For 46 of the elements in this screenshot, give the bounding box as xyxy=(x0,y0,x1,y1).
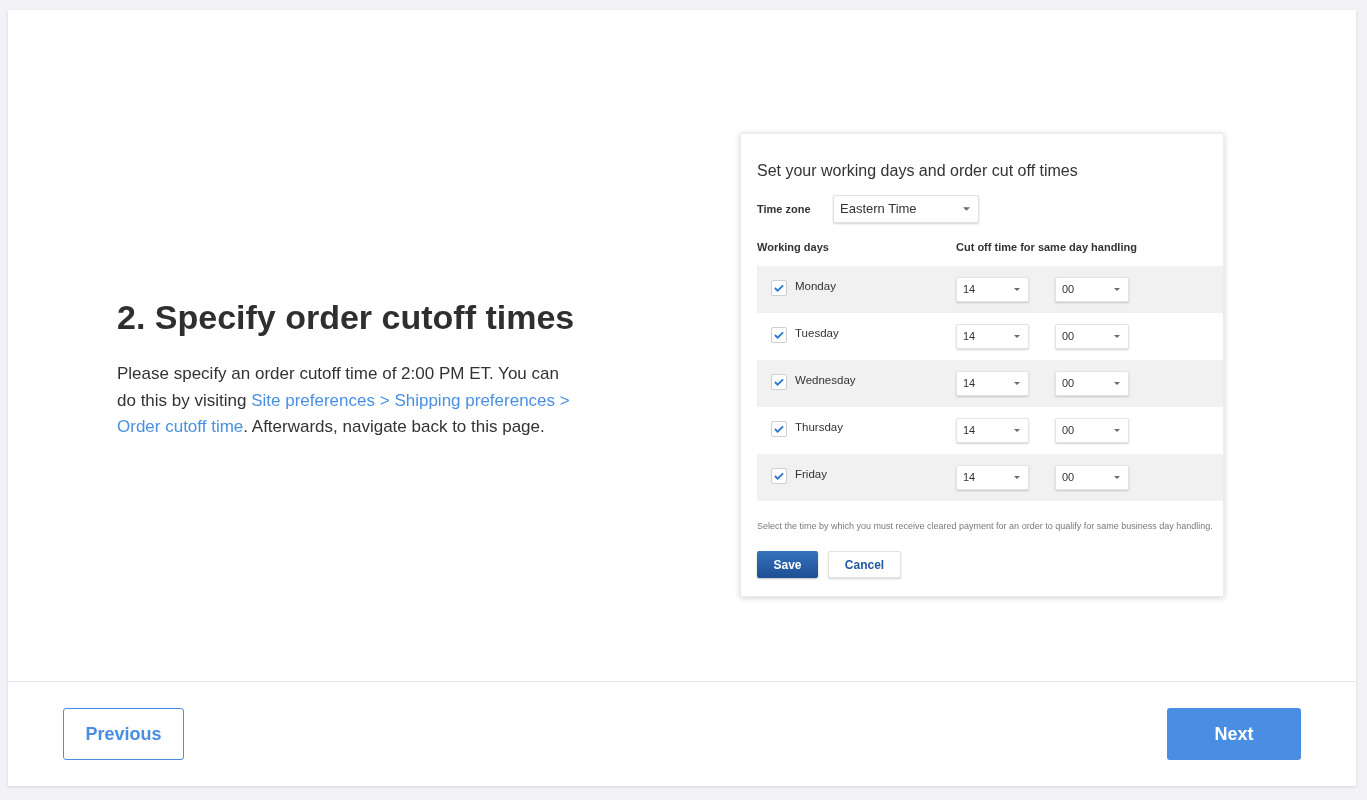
step-description: Please specify an order cutoff time of 2:00 PM ET. You can do this by visiting Site preferences > Shipping preferences > Order cutoff time. Afterwards, navigate back to this page. xyxy=(117,363,571,438)
day-label: Thursday xyxy=(795,419,844,435)
cancel-button[interactable]: Cancel xyxy=(828,551,901,578)
checkbox[interactable] xyxy=(771,326,787,343)
checkbox[interactable] xyxy=(771,279,787,296)
caret-icon xyxy=(1114,288,1120,291)
hour-select[interactable]: 14 xyxy=(956,465,1029,490)
day-label: Wednesday xyxy=(795,372,857,388)
time-zone-select[interactable]: Eastern Time xyxy=(833,195,979,223)
caret-icon xyxy=(1014,429,1020,432)
help-text: Select the time by which you must receive cleared payment for an order to qualify for same business day handling. xyxy=(757,521,1214,532)
column-header: Cut off time for same day handling xyxy=(956,239,1137,255)
minute-select[interactable]: 00 xyxy=(1055,418,1129,443)
column-header: Working days xyxy=(757,239,830,255)
field-label: Time zone xyxy=(757,201,812,217)
check-icon xyxy=(774,377,784,386)
settings-title: Set your working days and order cut off times xyxy=(757,161,1079,181)
minute-select[interactable]: 00 xyxy=(1055,371,1129,396)
minute-select[interactable]: 00 xyxy=(1055,465,1129,490)
step-heading: 2. Specify order cutoff times xyxy=(117,297,576,337)
caret-icon xyxy=(1114,382,1120,385)
caret-icon xyxy=(1014,476,1020,479)
caret-icon xyxy=(1014,288,1020,291)
save-button[interactable]: Save xyxy=(757,551,818,578)
hour-select[interactable]: 14 xyxy=(956,324,1029,349)
day-label: Tuesday xyxy=(795,325,840,341)
caret-icon xyxy=(1114,476,1120,479)
check-icon xyxy=(774,330,784,339)
checkbox[interactable] xyxy=(771,420,787,437)
caret-icon xyxy=(1014,382,1020,385)
hour-select[interactable]: 14 xyxy=(956,371,1029,396)
caret-icon xyxy=(1114,335,1120,338)
checkbox[interactable] xyxy=(771,373,787,390)
minute-select[interactable]: 00 xyxy=(1055,324,1129,349)
day-label: Friday xyxy=(795,466,828,482)
caret-icon xyxy=(1014,335,1020,338)
check-icon xyxy=(774,471,784,480)
checkbox[interactable] xyxy=(771,467,787,484)
check-icon xyxy=(774,424,784,433)
hour-select[interactable]: 14 xyxy=(956,418,1029,443)
minute-select[interactable]: 00 xyxy=(1055,277,1129,302)
hour-select[interactable]: 14 xyxy=(956,277,1029,302)
day-label: Monday xyxy=(795,278,837,294)
caret-icon xyxy=(963,207,970,211)
check-icon xyxy=(774,283,784,292)
caret-icon xyxy=(1114,429,1120,432)
